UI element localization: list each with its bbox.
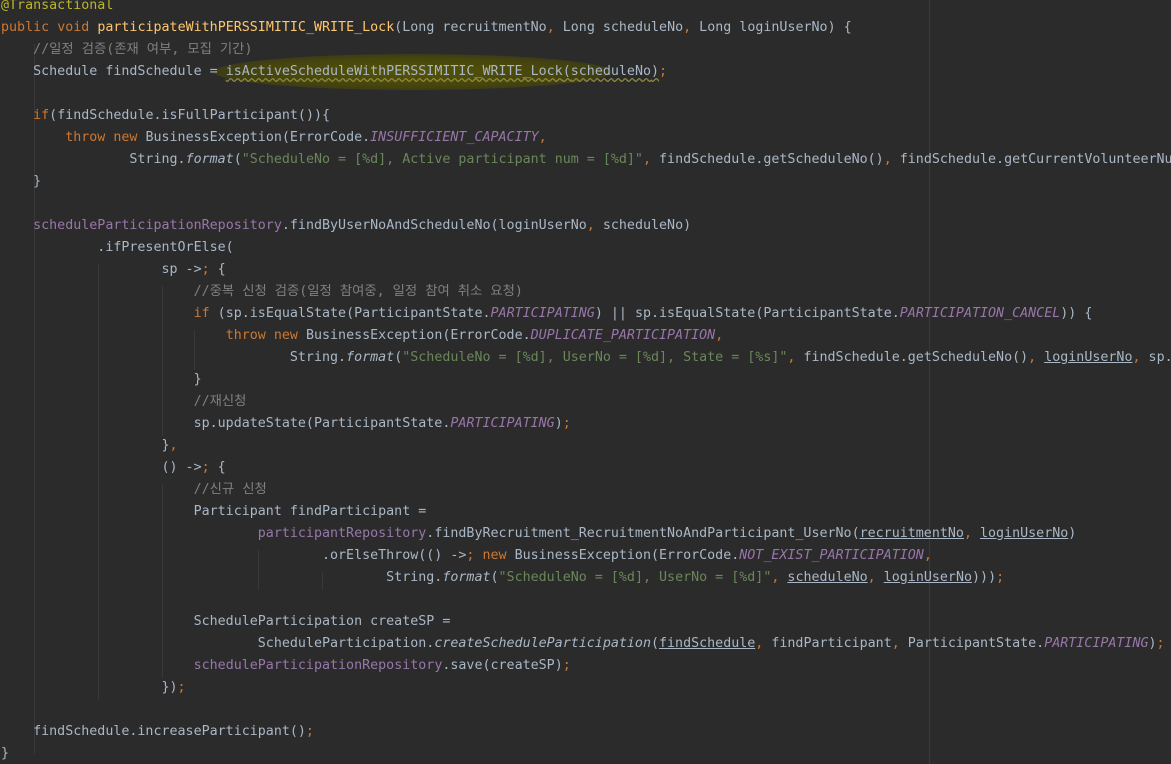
code-line[interactable]: String.format("ScheduleNo = [%d], Active… bbox=[1, 149, 1171, 171]
code-line[interactable]: throw new BusinessException(ErrorCode.DU… bbox=[1, 325, 1171, 347]
code-line[interactable]: String.format("ScheduleNo = [%d], UserNo… bbox=[1, 567, 1171, 589]
code-line[interactable]: }); bbox=[1, 677, 1171, 699]
code-line[interactable]: if(findSchedule.isFullParticipant()){ bbox=[1, 105, 1171, 127]
code-line[interactable]: .orElseThrow(() ->; new BusinessExceptio… bbox=[1, 545, 1171, 567]
code-line[interactable]: ScheduleParticipation createSP = bbox=[1, 611, 1171, 633]
code-line[interactable]: participantRepository.findByRecruitment_… bbox=[1, 523, 1171, 545]
code-line[interactable]: sp ->; { bbox=[1, 259, 1171, 281]
code-line[interactable]: @Transactional bbox=[1, 0, 1171, 17]
code-line[interactable]: if (sp.isEqualState(ParticipantState.PAR… bbox=[1, 303, 1171, 325]
code-line[interactable]: public void participateWithPERSSIMITIC_W… bbox=[1, 17, 1171, 39]
code-line[interactable]: ​ bbox=[1, 589, 1171, 611]
code-line[interactable]: } bbox=[1, 369, 1171, 391]
code-editor[interactable]: @Transactional public void participateWit… bbox=[0, 0, 1171, 764]
code-area[interactable]: @Transactional public void participateWit… bbox=[1, 0, 1171, 764]
code-line[interactable]: findSchedule.increaseParticipant(); bbox=[1, 721, 1171, 743]
code-line[interactable]: .ifPresentOrElse( bbox=[1, 237, 1171, 259]
code-line[interactable]: ​ bbox=[1, 83, 1171, 105]
code-line[interactable]: ​ bbox=[1, 699, 1171, 721]
code-line[interactable]: scheduleParticipationRepository.save(cre… bbox=[1, 655, 1171, 677]
code-line[interactable]: ScheduleParticipation.createSchedulePart… bbox=[1, 633, 1171, 655]
code-line[interactable]: String.format("ScheduleNo = [%d], UserNo… bbox=[1, 347, 1171, 369]
code-line[interactable]: //신규 신청 bbox=[1, 479, 1171, 501]
code-line[interactable]: Participant findParticipant = bbox=[1, 501, 1171, 523]
code-line[interactable]: } bbox=[1, 743, 1171, 764]
code-line[interactable]: } bbox=[1, 171, 1171, 193]
code-line[interactable]: throw new BusinessException(ErrorCode.IN… bbox=[1, 127, 1171, 149]
code-line[interactable]: () ->; { bbox=[1, 457, 1171, 479]
code-line[interactable]: sp.updateState(ParticipantState.PARTICIP… bbox=[1, 413, 1171, 435]
code-line[interactable]: //일정 검증(존재 여부, 모집 기간) bbox=[1, 39, 1171, 61]
code-line[interactable]: scheduleParticipationRepository.findByUs… bbox=[1, 215, 1171, 237]
code-line[interactable]: }, bbox=[1, 435, 1171, 457]
code-line[interactable]: Schedule findSchedule = isActiveSchedule… bbox=[1, 61, 1171, 83]
code-line[interactable]: ​ bbox=[1, 193, 1171, 215]
code-line[interactable]: //재신청 bbox=[1, 391, 1171, 413]
code-line[interactable]: //중복 신청 검증(일정 참여중, 일정 참여 취소 요청) bbox=[1, 281, 1171, 303]
